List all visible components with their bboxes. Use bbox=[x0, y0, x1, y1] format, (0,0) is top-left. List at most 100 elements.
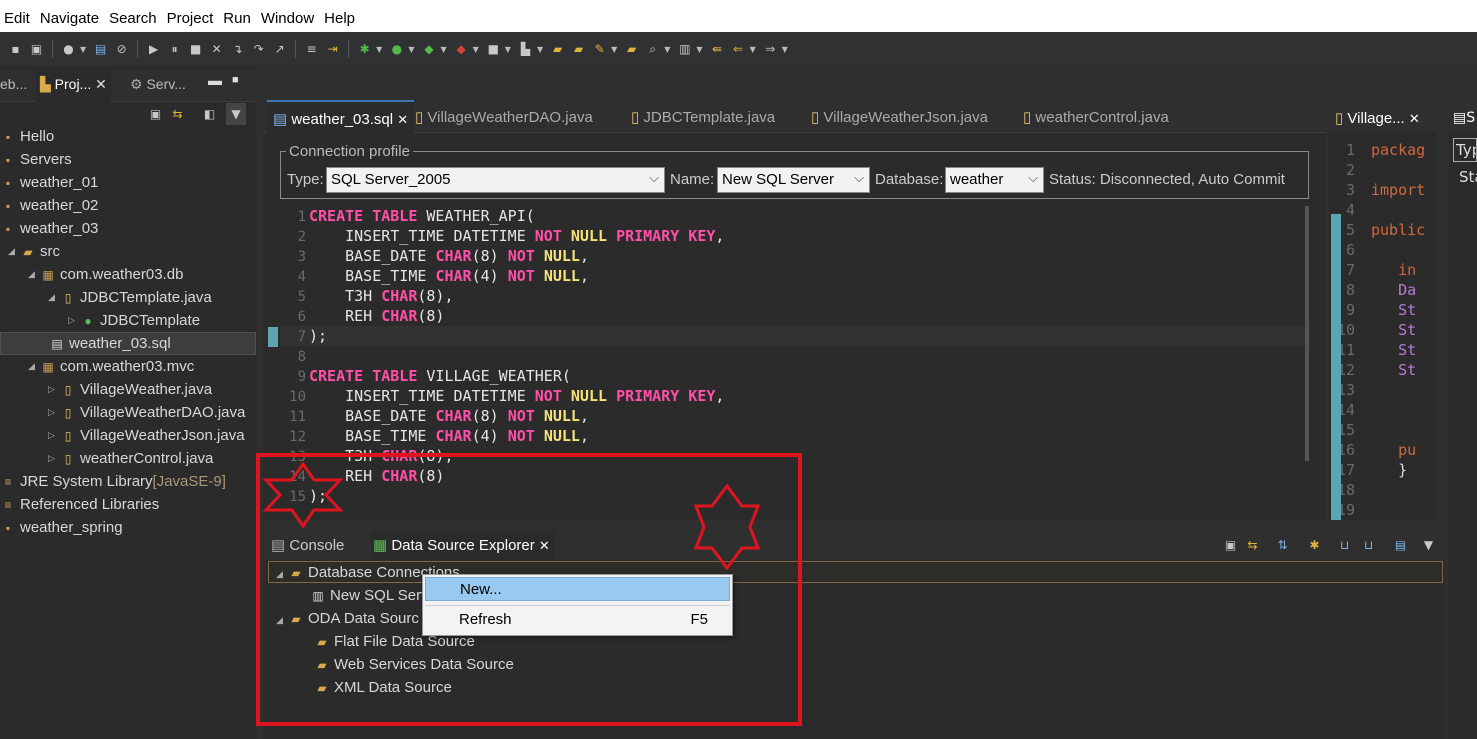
menu-edit[interactable]: Edit bbox=[0, 10, 36, 27]
tab-weather-03-sql[interactable]: ▤ weather_03.sql ✕ bbox=[267, 100, 415, 133]
dropdown-arrow-icon[interactable]: ▼ bbox=[696, 45, 702, 54]
tree-item[interactable]: ≡ Referenced Libraries bbox=[0, 493, 256, 516]
tree-item[interactable]: ▤ weather_03.sql bbox=[0, 332, 256, 355]
dropdown-arrow-icon[interactable]: ▼ bbox=[408, 45, 414, 54]
expanded-arrow-icon[interactable]: ◢ bbox=[48, 292, 60, 303]
new-class-icon[interactable]: ✎ bbox=[590, 38, 609, 60]
minimize-icon[interactable]: ▬ bbox=[208, 72, 222, 88]
tree-item[interactable]: ◢ ▰ src bbox=[0, 240, 256, 263]
tree-item[interactable]: ▷ ▯ weatherControl.java bbox=[0, 447, 256, 470]
collapsed-arrow-icon[interactable]: ▷ bbox=[48, 407, 60, 418]
type-field[interactable]: Typ bbox=[1453, 138, 1477, 162]
tree-item[interactable]: ◢ ▯ JDBCTemplate.java bbox=[0, 286, 256, 309]
menu-search[interactable]: Search bbox=[105, 10, 163, 27]
tree-item[interactable]: ▪ weather_03 bbox=[0, 217, 256, 240]
forward-icon[interactable]: ⇒ bbox=[761, 38, 780, 60]
debug-icon[interactable]: ✱ bbox=[355, 38, 374, 60]
dropdown-arrow-icon[interactable]: ▼ bbox=[80, 45, 86, 54]
collapsed-arrow-icon[interactable]: ▷ bbox=[48, 430, 60, 441]
link-with-editor-icon[interactable]: ⇆ bbox=[168, 103, 187, 125]
dropdown-arrow-icon[interactable]: ▼ bbox=[376, 45, 382, 54]
open-console-icon[interactable]: ≡ bbox=[302, 38, 321, 60]
stop-server-icon[interactable]: ■ bbox=[484, 38, 503, 60]
dropdown-arrow-icon[interactable]: ▼ bbox=[537, 45, 543, 54]
use-step-filters-icon[interactable]: ⇥ bbox=[323, 38, 342, 60]
tab-jdbc-template[interactable]: ▯ JDBCTemplate.java bbox=[631, 108, 775, 126]
run-icon[interactable]: ● bbox=[387, 38, 406, 60]
annotation-icon[interactable]: ▥ bbox=[675, 38, 694, 60]
new-java-project-icon[interactable]: ▰ bbox=[548, 38, 567, 60]
tree-item[interactable]: ≡ JRE System Library [JavaSE-9] bbox=[0, 470, 256, 493]
deploy-icon[interactable]: ▙ bbox=[516, 38, 535, 60]
tab-properties[interactable]: ▤S bbox=[1449, 106, 1477, 132]
dropdown-arrow-icon[interactable]: ▼ bbox=[440, 45, 446, 54]
open-type-icon[interactable]: ▰ bbox=[622, 38, 641, 60]
expanded-arrow-icon[interactable]: ◢ bbox=[28, 361, 40, 372]
step-over-icon[interactable]: ↷ bbox=[249, 38, 268, 60]
editor-scrollbar[interactable] bbox=[1305, 206, 1309, 461]
tree-item[interactable]: ▪ Servers bbox=[0, 148, 256, 171]
save-all-icon[interactable]: ▣ bbox=[27, 38, 46, 60]
step-into-icon[interactable]: ↴ bbox=[228, 38, 247, 60]
dropdown-arrow-icon[interactable]: ▼ bbox=[664, 45, 670, 54]
database-select[interactable]: weather ⌵ bbox=[945, 167, 1044, 193]
disconnect-icon[interactable]: ✕ bbox=[207, 38, 226, 60]
last-edit-icon[interactable]: ⇚ bbox=[708, 38, 727, 60]
dropdown-arrow-icon[interactable]: ▼ bbox=[782, 45, 788, 54]
tree-item[interactable]: ▪ Hello bbox=[0, 125, 256, 148]
skip-breakpoints-icon[interactable]: ⊘ bbox=[112, 38, 131, 60]
menu-project[interactable]: Project bbox=[163, 10, 220, 27]
search-icon[interactable]: ⌕ bbox=[643, 38, 662, 60]
name-select[interactable]: New SQL Server ⌵ bbox=[717, 167, 870, 193]
menu-run[interactable]: Run bbox=[219, 10, 257, 27]
menu-window[interactable]: Window bbox=[257, 10, 320, 27]
type-select[interactable]: SQL Server_2005 ⌵ bbox=[326, 167, 665, 193]
dropdown-arrow-icon[interactable]: ▼ bbox=[611, 45, 617, 54]
close-icon[interactable]: ✕ bbox=[95, 76, 107, 92]
filter-icon[interactable]: ✱ bbox=[1305, 534, 1324, 556]
back-icon[interactable]: ⇐ bbox=[729, 38, 748, 60]
suspend-icon[interactable]: ⏸ bbox=[165, 38, 184, 60]
resume-icon[interactable]: ▶ bbox=[144, 38, 163, 60]
coverage-icon[interactable]: ◆ bbox=[419, 38, 438, 60]
show-tree-icon[interactable]: ⇅ bbox=[1273, 534, 1292, 556]
step-return-icon[interactable]: ↗ bbox=[270, 38, 289, 60]
tab-village-weather[interactable]: ▯ Village... ✕ bbox=[1329, 106, 1437, 132]
view-menu-icon[interactable]: ▼ bbox=[1419, 534, 1438, 556]
tab-village-weather-json[interactable]: ▯ VillageWeatherJson.java bbox=[811, 108, 988, 126]
tab-servers[interactable]: ⚙ Serv... bbox=[130, 76, 186, 93]
close-icon[interactable]: ✕ bbox=[1409, 111, 1420, 126]
tree-item[interactable]: ▷ ● JDBCTemplate bbox=[0, 309, 256, 332]
tab-weather-control[interactable]: ▯ weatherControl.java bbox=[1023, 108, 1169, 126]
maximize-icon[interactable]: ■ bbox=[232, 74, 239, 86]
tab-project-explorer[interactable]: ▙ Proj... ✕ bbox=[36, 70, 111, 102]
close-icon[interactable]: ✕ bbox=[397, 112, 408, 127]
tree-item[interactable]: ▪ weather_spring bbox=[0, 516, 256, 539]
collapse-all-icon[interactable]: ▣ bbox=[146, 103, 165, 125]
tab-village-weather-dao[interactable]: ▯ VillageWeatherDAO.java bbox=[415, 108, 593, 126]
external-tools-icon[interactable]: ◆ bbox=[452, 38, 471, 60]
connect-icon[interactable]: ⊔ bbox=[1335, 534, 1354, 556]
terminate-icon[interactable]: ■ bbox=[186, 38, 205, 60]
dropdown-arrow-icon[interactable]: ▼ bbox=[473, 45, 479, 54]
menu-help[interactable]: Help bbox=[320, 10, 361, 27]
collapsed-arrow-icon[interactable]: ▷ bbox=[48, 453, 60, 464]
toggle-icon[interactable]: ▤ bbox=[91, 38, 110, 60]
tree-item[interactable]: ▷ ▯ VillageWeatherDAO.java bbox=[0, 401, 256, 424]
expanded-arrow-icon[interactable]: ◢ bbox=[8, 246, 20, 257]
dropdown-arrow-icon[interactable]: ▼ bbox=[505, 45, 511, 54]
view-menu-icon[interactable]: ▼ bbox=[226, 103, 246, 125]
tree-item[interactable]: ▪ weather_01 bbox=[0, 171, 256, 194]
save-icon[interactable]: ▤ bbox=[1391, 534, 1410, 556]
disconnect-icon[interactable]: ⊔ bbox=[1359, 534, 1378, 556]
tree-item[interactable]: ▷ ▯ VillageWeatherJson.java bbox=[0, 424, 256, 447]
menu-navigate[interactable]: Navigate bbox=[36, 10, 105, 27]
tree-item[interactable]: ◢ ▦ com.weather03.db bbox=[0, 263, 256, 286]
tree-item[interactable]: ◢ ▦ com.weather03.mvc bbox=[0, 355, 256, 378]
profile-icon[interactable]: ● bbox=[59, 38, 78, 60]
focus-icon[interactable]: ◧ bbox=[200, 103, 219, 125]
tab-web[interactable]: eb... bbox=[0, 76, 27, 92]
dropdown-arrow-icon[interactable]: ▼ bbox=[750, 45, 756, 54]
expanded-arrow-icon[interactable]: ◢ bbox=[28, 269, 40, 280]
tree-item[interactable]: ▪ weather_02 bbox=[0, 194, 256, 217]
